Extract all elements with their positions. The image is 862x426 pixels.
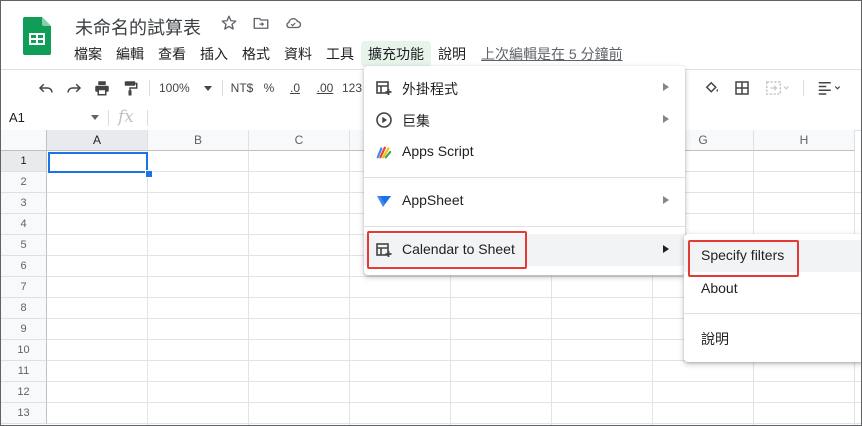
format-percent-button[interactable]: % bbox=[260, 76, 278, 100]
menu-insert[interactable]: 插入 bbox=[193, 41, 235, 67]
selected-cell-a1[interactable] bbox=[48, 152, 148, 173]
menu-item-macros[interactable]: 巨集 bbox=[364, 104, 685, 136]
name-box[interactable]: A1 bbox=[9, 110, 25, 125]
column-header-a[interactable]: A bbox=[47, 130, 148, 151]
row-header-9[interactable]: 9 bbox=[1, 319, 47, 340]
menu-bar: 檔案 編輯 查看 插入 格式 資料 工具 擴充功能 說明 上次編輯是在 5 分鐘… bbox=[67, 41, 623, 67]
row-header-7[interactable]: 7 bbox=[1, 277, 47, 298]
menu-item-label: AppSheet bbox=[402, 192, 464, 208]
decrease-decimal-button[interactable]: .0 bbox=[284, 76, 306, 100]
highlight-box-calendar-to-sheet bbox=[367, 231, 527, 269]
submenu-item-about[interactable]: About bbox=[684, 273, 861, 305]
highlight-box-specify-filters bbox=[688, 240, 799, 277]
zoom-select[interactable]: 100% bbox=[159, 76, 219, 100]
merge-cells-icon[interactable] bbox=[761, 76, 795, 100]
last-edit-link[interactable]: 上次編輯是在 5 分鐘前 bbox=[481, 44, 623, 64]
horizontal-align-icon[interactable] bbox=[813, 76, 847, 100]
document-title[interactable]: 未命名的試算表 bbox=[75, 14, 201, 40]
redo-icon[interactable] bbox=[63, 76, 85, 100]
menu-item-appsheet[interactable]: AppSheet bbox=[364, 185, 685, 217]
menu-view[interactable]: 查看 bbox=[151, 41, 193, 67]
menu-tools[interactable]: 工具 bbox=[319, 41, 361, 67]
row-header-1[interactable]: 1 bbox=[1, 151, 47, 172]
submenu-item-label: 說明 bbox=[701, 331, 729, 347]
fill-color-icon[interactable] bbox=[701, 76, 723, 100]
cloud-status-icon[interactable] bbox=[283, 13, 303, 33]
row-header-10[interactable]: 10 bbox=[1, 340, 47, 361]
select-all-corner[interactable] bbox=[1, 130, 47, 151]
menu-item-apps-script[interactable]: Apps Script bbox=[364, 136, 685, 168]
move-to-folder-icon[interactable] bbox=[251, 13, 271, 33]
undo-icon[interactable] bbox=[35, 76, 57, 100]
macro-play-icon bbox=[376, 112, 392, 128]
menu-data[interactable]: 資料 bbox=[277, 41, 319, 67]
paint-format-icon[interactable] bbox=[119, 76, 141, 100]
name-box-caret-icon[interactable] bbox=[91, 115, 99, 120]
row-header-3[interactable]: 3 bbox=[1, 193, 47, 214]
menu-file[interactable]: 檔案 bbox=[67, 41, 109, 67]
format-currency-button[interactable]: NT$ bbox=[228, 76, 256, 100]
row-header-12[interactable]: 12 bbox=[1, 382, 47, 403]
row-header-4[interactable]: 4 bbox=[1, 214, 47, 235]
menu-item-add-ons[interactable]: 外掛程式 bbox=[364, 72, 685, 104]
submenu-arrow-icon bbox=[663, 196, 669, 204]
row-header-5[interactable]: 5 bbox=[1, 235, 47, 256]
column-header-h[interactable]: H bbox=[754, 130, 855, 151]
zoom-value: 100% bbox=[159, 81, 190, 95]
apps-script-icon bbox=[376, 144, 392, 160]
row-header-2[interactable]: 2 bbox=[1, 172, 47, 193]
star-icon[interactable] bbox=[219, 13, 239, 33]
increase-decimal-button[interactable]: .00 bbox=[312, 76, 338, 100]
row-header-6[interactable]: 6 bbox=[1, 256, 47, 277]
sheets-logo[interactable] bbox=[23, 17, 51, 55]
appsheet-icon bbox=[376, 193, 392, 209]
row-header-8[interactable]: 8 bbox=[1, 298, 47, 319]
column-header-b[interactable]: B bbox=[148, 130, 249, 151]
submenu-arrow-icon bbox=[663, 83, 669, 91]
row-header-13[interactable]: 13 bbox=[1, 403, 47, 424]
menu-help[interactable]: 說明 bbox=[431, 41, 473, 67]
menu-edit[interactable]: 編輯 bbox=[109, 41, 151, 67]
column-header-c[interactable]: C bbox=[249, 130, 350, 151]
fx-icon: fx bbox=[118, 107, 134, 127]
fill-handle[interactable] bbox=[145, 170, 153, 178]
menu-item-label: Apps Script bbox=[402, 143, 474, 159]
row-header-11[interactable]: 11 bbox=[1, 361, 47, 382]
submenu-arrow-icon bbox=[663, 115, 669, 123]
more-formats-button[interactable]: 123 bbox=[340, 76, 364, 100]
chevron-down-icon bbox=[203, 85, 212, 91]
print-icon[interactable] bbox=[91, 76, 113, 100]
borders-icon[interactable] bbox=[731, 76, 753, 100]
menu-extensions[interactable]: 擴充功能 bbox=[361, 41, 431, 67]
submenu-item-label: About bbox=[701, 280, 738, 296]
menu-item-label: 外掛程式 bbox=[402, 81, 458, 97]
menu-format[interactable]: 格式 bbox=[235, 41, 277, 67]
menu-item-label: 巨集 bbox=[402, 113, 430, 129]
submenu-item-help[interactable]: 說明 bbox=[684, 322, 861, 354]
sheets-window: 未命名的試算表 檔案 編輯 查看 插入 格式 資料 工具 擴充功能 說明 上次編… bbox=[0, 0, 862, 426]
add-ons-icon bbox=[376, 80, 392, 96]
submenu-arrow-icon bbox=[663, 245, 669, 253]
